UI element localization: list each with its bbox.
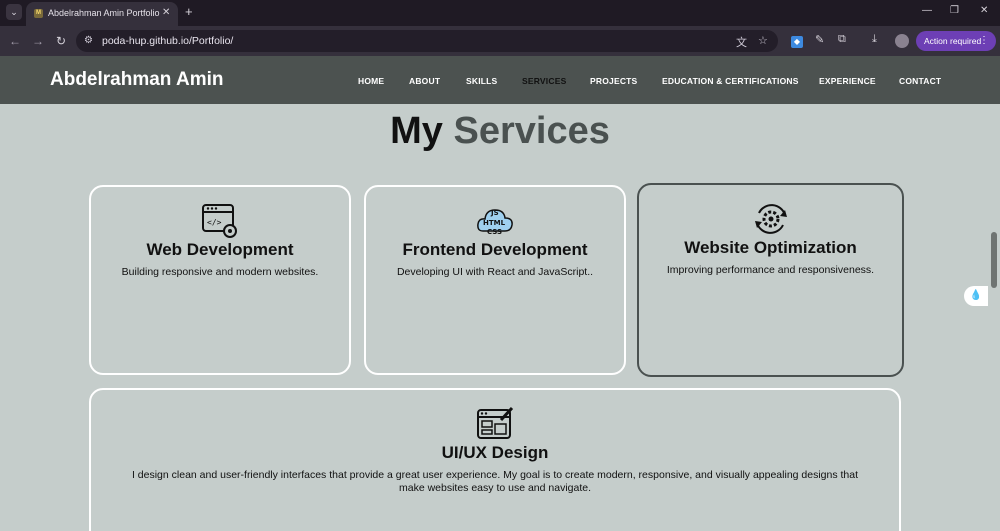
- card-title: UI/UX Design: [441, 443, 549, 462]
- puzzle-icon[interactable]: ⧉: [838, 33, 846, 46]
- title-part-2: Services: [453, 110, 610, 152]
- reload-icon[interactable]: ↻: [56, 34, 66, 48]
- browser-toolbar: ← → ↻ ⚙ poda-hup.github.io/Portfolio/ 文 …: [0, 26, 1000, 56]
- nav-education-certifications[interactable]: EDUCATION & CERTIFICATIONS: [662, 76, 799, 86]
- service-card-web-development[interactable]: </> Web Development Building responsive …: [89, 185, 351, 375]
- site-navbar: Abdelrahman Amin HOME ABOUT SKILLS SERVI…: [0, 56, 1000, 104]
- extension-icon[interactable]: ✎: [815, 33, 824, 46]
- service-card-website-optimization[interactable]: Website Optimization Improving performan…: [637, 183, 904, 377]
- action-required-label: Action required: [924, 36, 982, 46]
- card-title: Web Development: [146, 240, 294, 259]
- html-css-js-cloud-icon: JS HTML CSS: [477, 209, 513, 236]
- forward-icon[interactable]: →: [32, 34, 44, 48]
- address-bar[interactable]: ⚙ poda-hup.github.io/Portfolio/ 文 ☆: [76, 30, 778, 52]
- extension-badge-icon[interactable]: ◆: [791, 36, 803, 48]
- brand-logo[interactable]: Abdelrahman Amin: [50, 69, 224, 91]
- section-title: My Services: [0, 110, 1000, 153]
- minimize-icon[interactable]: —: [922, 5, 932, 16]
- window-close-icon[interactable]: ✕: [980, 5, 988, 16]
- site-info-icon[interactable]: ⚙: [84, 35, 93, 46]
- svg-text:JS: JS: [490, 209, 499, 217]
- svg-text:</>: </>: [207, 218, 222, 227]
- service-card-frontend-development[interactable]: JS HTML CSS Frontend Development Develop…: [364, 185, 626, 375]
- restore-icon[interactable]: ❐: [950, 5, 959, 16]
- url-text[interactable]: poda-hup.github.io/Portfolio/: [102, 35, 233, 47]
- nav-contact[interactable]: CONTACT: [899, 76, 941, 86]
- close-icon[interactable]: ✕: [162, 7, 170, 18]
- droplet-icon[interactable]: 💧: [964, 286, 988, 306]
- nav-services[interactable]: SERVICES: [522, 76, 566, 86]
- download-icon[interactable]: ⤓: [872, 33, 877, 46]
- translate-icon[interactable]: 文: [736, 34, 747, 50]
- plus-icon[interactable]: +: [185, 4, 193, 19]
- browser-tab[interactable]: M Abdelrahman Amin Portfolio ✕: [26, 2, 178, 26]
- nav-home[interactable]: HOME: [358, 76, 384, 86]
- page-scrollbar[interactable]: [991, 232, 997, 288]
- back-icon[interactable]: ←: [9, 34, 21, 48]
- tab-list-icon[interactable]: ⌄: [6, 4, 22, 20]
- nav-projects[interactable]: PROJECTS: [590, 76, 637, 86]
- nav-about[interactable]: ABOUT: [409, 76, 440, 86]
- card-description: Developing UI with React and JavaScript.…: [396, 266, 594, 278]
- card-description: Building responsive and modern websites.: [121, 266, 319, 278]
- nav-skills[interactable]: SKILLS: [466, 76, 497, 86]
- favicon-icon: M: [34, 9, 43, 18]
- tab-title: Abdelrahman Amin Portfolio: [48, 8, 160, 18]
- card-title: Frontend Development: [402, 240, 588, 259]
- card-description: Improving performance and responsiveness…: [666, 264, 875, 276]
- card-description: I design clean and user-friendly interfa…: [131, 469, 859, 494]
- nav-experience[interactable]: EXPERIENCE: [819, 76, 876, 86]
- svg-text:CSS: CSS: [487, 228, 502, 236]
- title-part-1: My: [390, 110, 443, 152]
- star-icon[interactable]: ☆: [758, 34, 768, 47]
- card-title: Website Optimization: [684, 238, 857, 257]
- kebab-menu-icon: ⋮: [979, 35, 989, 46]
- web-settings-icon: </>: [202, 204, 237, 238]
- design-layout-brush-icon: [477, 406, 514, 439]
- svg-text:HTML: HTML: [483, 219, 506, 227]
- service-card-ui-ux-design[interactable]: UI/UX Design I design clean and user-fri…: [89, 388, 901, 531]
- action-required-button[interactable]: Action required ⋮: [916, 31, 996, 51]
- gear-refresh-icon: [754, 204, 787, 234]
- browser-tab-bar: ⌄ M Abdelrahman Amin Portfolio ✕ + — ❐ ✕: [0, 0, 1000, 26]
- avatar[interactable]: [895, 34, 909, 48]
